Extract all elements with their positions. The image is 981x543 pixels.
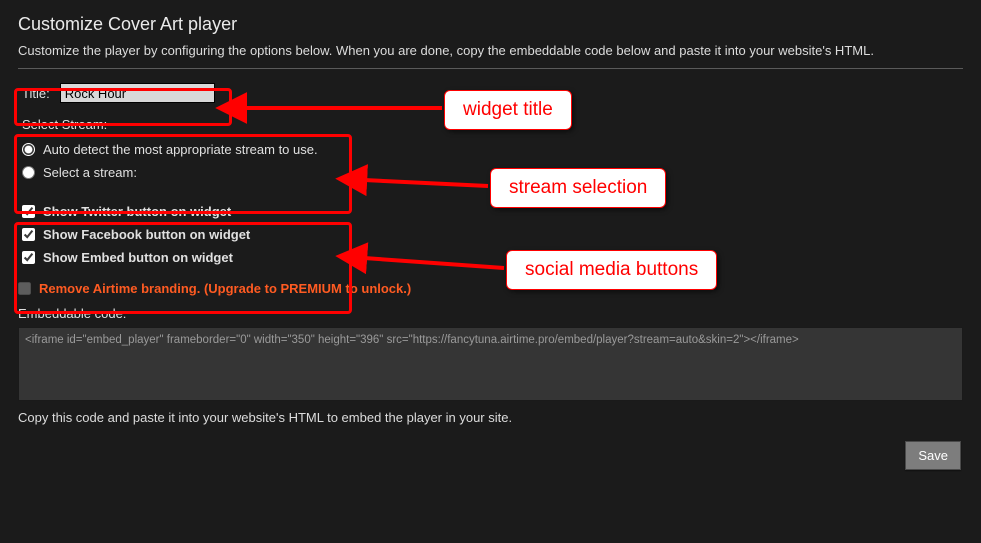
stream-auto-radio[interactable] — [22, 143, 35, 156]
facebook-checkbox[interactable] — [22, 228, 35, 241]
social-block: Show Twitter button on widget Show Faceb… — [18, 196, 963, 275]
twitter-checkbox[interactable] — [22, 205, 35, 218]
stream-auto-option[interactable]: Auto detect the most appropriate stream … — [22, 142, 959, 157]
twitter-option[interactable]: Show Twitter button on widget — [22, 204, 959, 219]
title-label: Title: — [22, 86, 50, 101]
stream-select-radio[interactable] — [22, 166, 35, 179]
stream-select-label: Select a stream: — [43, 165, 137, 180]
stream-auto-label: Auto detect the most appropriate stream … — [43, 142, 318, 157]
page-title: Customize Cover Art player — [18, 10, 963, 43]
embed-checkbox[interactable] — [22, 251, 35, 264]
twitter-label: Show Twitter button on widget — [43, 204, 231, 219]
facebook-option[interactable]: Show Facebook button on widget — [22, 227, 959, 242]
branding-checkbox — [18, 282, 31, 295]
embed-code-textarea[interactable]: <iframe id="embed_player" frameborder="0… — [18, 327, 963, 401]
branding-label: Remove Airtime branding. (Upgrade to PRE… — [39, 281, 411, 296]
stream-block: Select Stream: Auto detect the most appr… — [18, 113, 963, 190]
facebook-label: Show Facebook button on widget — [43, 227, 250, 242]
embed-label: Show Embed button on widget — [43, 250, 233, 265]
page-subtitle: Customize the player by configuring the … — [18, 43, 963, 69]
embed-option[interactable]: Show Embed button on widget — [22, 250, 959, 265]
stream-select-option[interactable]: Select a stream: — [22, 165, 959, 180]
title-input[interactable] — [60, 83, 215, 103]
stream-legend: Select Stream: — [22, 117, 959, 132]
branding-option: Remove Airtime branding. (Upgrade to PRE… — [18, 281, 963, 296]
embed-hint: Copy this code and paste it into your we… — [18, 410, 963, 425]
title-row: Title: — [18, 79, 963, 107]
embed-code-label: Embeddable code: — [18, 306, 963, 321]
save-button[interactable]: Save — [905, 441, 961, 470]
